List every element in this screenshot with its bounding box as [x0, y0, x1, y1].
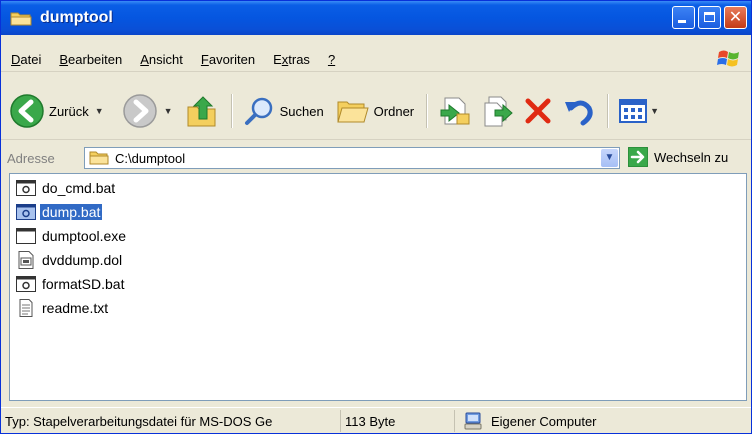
go-button[interactable]: Wechseln zu — [628, 147, 728, 167]
minimize-button[interactable] — [672, 6, 695, 29]
file-name: dump.bat — [40, 204, 103, 220]
my-computer-icon — [464, 412, 482, 430]
folders-label: Ordner — [373, 103, 415, 119]
minimize-icon — [678, 20, 686, 23]
menu-bearbeiten[interactable]: Bearbeiten — [59, 52, 122, 67]
undo-icon — [565, 100, 593, 126]
toolbar: Zurück ▼ ▼ Suchen Ordner ▼ — [1, 83, 751, 140]
up-folder-icon — [187, 96, 216, 127]
exe-file-icon — [16, 228, 36, 244]
forward-dropdown-icon[interactable]: ▼ — [164, 106, 173, 116]
maximize-icon — [704, 12, 715, 22]
file-name: dvddump.dol — [42, 252, 123, 268]
list-item[interactable]: dumptool.exe — [16, 226, 128, 246]
delete-button[interactable] — [523, 96, 553, 126]
copy-to-icon — [484, 96, 513, 127]
close-button[interactable]: ✕ — [724, 6, 747, 29]
views-button[interactable]: ▼ — [618, 96, 659, 126]
go-arrow-icon — [628, 147, 648, 167]
file-name: do_cmd.bat — [42, 180, 116, 196]
file-name: readme.txt — [42, 300, 109, 316]
status-size: 113 Byte — [341, 410, 455, 432]
move-to-button[interactable] — [439, 94, 473, 128]
status-size-text: 113 Byte — [345, 413, 396, 429]
batch-file-icon — [16, 276, 36, 292]
search-icon — [244, 97, 272, 125]
list-item[interactable]: formatSD.bat — [16, 274, 126, 294]
explorer-window: dumptool ✕ Datei Bearbeiten Ansicht Favo… — [0, 0, 752, 434]
window-title: dumptool — [40, 9, 113, 26]
batch-file-icon — [16, 204, 36, 220]
menu-help[interactable]: ? — [328, 52, 335, 67]
windows-logo-icon — [715, 47, 743, 71]
go-label: Wechseln zu — [654, 149, 729, 165]
address-dropdown-icon[interactable]: ▼ — [601, 149, 618, 167]
toolbar-separator — [607, 94, 609, 128]
address-label: Adresse — [7, 150, 55, 166]
file-list[interactable]: do_cmd.bat dump.bat dumptool.exe dvddump… — [9, 173, 747, 401]
folders-button[interactable]: Ordner — [336, 96, 414, 126]
menu-bar: Datei Bearbeiten Ansicht Favoriten Extra… — [1, 47, 751, 72]
delete-icon — [525, 98, 551, 124]
status-location-text: Eigener Computer — [491, 413, 597, 429]
text-file-icon — [19, 299, 33, 317]
search-button[interactable]: Suchen — [244, 95, 324, 127]
back-label: Zurück — [49, 103, 89, 119]
close-icon: ✕ — [728, 9, 743, 26]
status-location: Eigener Computer — [455, 410, 745, 432]
forward-arrow-icon — [122, 94, 157, 128]
list-item[interactable]: dump.bat — [16, 202, 103, 222]
folder-icon — [89, 151, 109, 165]
copy-to-button[interactable] — [481, 94, 515, 128]
address-path: C:\dumptool — [115, 150, 186, 166]
back-dropdown-icon[interactable]: ▼ — [95, 106, 104, 116]
status-type-text: Typ: Stapelverarbeitungsdatei für MS-DOS… — [5, 413, 273, 429]
folders-icon — [337, 101, 369, 123]
batch-file-icon — [16, 180, 36, 196]
menu-extras[interactable]: Extras — [273, 52, 310, 67]
title-bar[interactable]: dumptool ✕ — [1, 1, 751, 35]
views-dropdown-icon[interactable]: ▼ — [650, 106, 659, 116]
search-label: Suchen — [279, 103, 324, 119]
list-item[interactable]: readme.txt — [16, 298, 110, 318]
undo-button[interactable] — [563, 96, 595, 126]
up-folder-button[interactable] — [185, 93, 219, 129]
toolbar-separator — [230, 94, 232, 128]
status-bar: Typ: Stapelverarbeitungsdatei für MS-DOS… — [1, 407, 751, 434]
menu-ansicht[interactable]: Ansicht — [140, 52, 183, 67]
dol-file-icon — [18, 251, 34, 269]
address-field[interactable]: C:\dumptool ▼ — [84, 147, 620, 169]
status-type: Typ: Stapelverarbeitungsdatei für MS-DOS… — [1, 410, 341, 432]
file-name: formatSD.bat — [42, 276, 125, 292]
back-button[interactable]: Zurück ▼ — [9, 93, 104, 129]
forward-button[interactable]: ▼ — [122, 93, 173, 129]
file-name: dumptool.exe — [42, 228, 127, 244]
window-controls: ✕ — [672, 6, 747, 29]
menu-favoriten[interactable]: Favoriten — [201, 52, 255, 67]
list-item[interactable]: dvddump.dol — [16, 250, 124, 270]
maximize-button[interactable] — [698, 6, 721, 29]
move-to-icon — [440, 97, 470, 125]
folder-icon — [10, 10, 32, 26]
list-item[interactable]: do_cmd.bat — [16, 178, 117, 198]
menu-datei[interactable]: Datei — [11, 52, 41, 67]
toolbar-separator — [426, 94, 428, 128]
address-bar: Adresse C:\dumptool ▼ Wechseln zu — [1, 145, 751, 171]
views-icon — [619, 99, 648, 123]
back-arrow-icon — [10, 94, 44, 128]
